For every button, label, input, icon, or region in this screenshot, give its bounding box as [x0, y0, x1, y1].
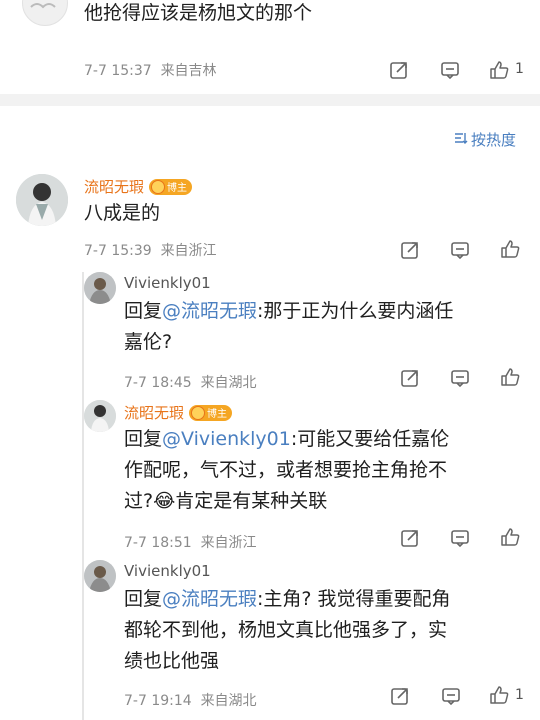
avatar[interactable]	[84, 560, 116, 592]
comment-icon[interactable]	[450, 368, 470, 388]
share-icon[interactable]	[389, 60, 409, 80]
avatar[interactable]	[84, 400, 116, 432]
share-icon[interactable]	[400, 368, 420, 388]
blogger-badge: 博主	[149, 178, 193, 195]
sort-icon	[454, 131, 468, 149]
comment-icon[interactable]	[450, 528, 470, 548]
share-icon[interactable]	[400, 240, 420, 260]
comment-text: 他抢得应该是杨旭文的那个	[84, 2, 313, 24]
author-name[interactable]: 流昭无瑕	[84, 176, 144, 197]
author-name[interactable]: 流昭无瑕	[124, 402, 184, 423]
reply-meta: 7-7 19:14 来自湖北	[124, 693, 257, 709]
avatar[interactable]	[16, 174, 68, 226]
share-icon[interactable]	[390, 686, 410, 706]
mention-link[interactable]: @Vivienkly01	[162, 428, 291, 450]
author-name[interactable]: Vivienkly01	[124, 562, 211, 580]
comment-meta: 7-7 15:37 来自吉林	[84, 63, 217, 79]
sort-toggle[interactable]: 按热度	[454, 129, 516, 150]
crown-icon	[151, 179, 166, 194]
blogger-badge: 博主	[189, 404, 233, 421]
section-divider	[0, 94, 540, 106]
like-count: 1	[515, 687, 524, 703]
like-icon[interactable]	[499, 526, 521, 548]
comment-meta: 7-7 15:39 来自浙江	[84, 243, 217, 259]
reply-text: 回复@Vivienkly01:可能又要给任嘉伦 作配呢，气不过，或者想要抢主角抢…	[124, 428, 450, 512]
author-name[interactable]: Vivienkly01	[124, 274, 211, 292]
comment-icon[interactable]	[440, 60, 460, 80]
mention-link[interactable]: @流昭无瑕	[162, 300, 257, 322]
reply-text: 回复@流昭无瑕:那于正为什么要内涵任 嘉伦?	[124, 300, 454, 353]
crown-icon	[191, 405, 206, 420]
thread-line	[82, 272, 84, 720]
avatar[interactable]	[22, 0, 68, 26]
share-icon[interactable]	[400, 528, 420, 548]
reply-meta: 7-7 18:45 来自湖北	[124, 375, 257, 391]
like-icon[interactable]	[499, 366, 521, 388]
like-icon[interactable]	[499, 238, 521, 260]
comment-icon[interactable]	[441, 686, 461, 706]
laughing-emoji-icon: 😂	[153, 490, 176, 512]
sort-label: 按热度	[471, 131, 517, 149]
like-icon[interactable]	[488, 59, 510, 81]
like-count: 1	[515, 61, 524, 77]
mention-link[interactable]: @流昭无瑕	[162, 588, 257, 610]
comment-icon[interactable]	[450, 240, 470, 260]
reply-text: 回复@流昭无瑕:主角? 我觉得重要配角 都轮不到他，杨旭文真比他强多了，实 绩也…	[124, 588, 451, 672]
comment-text: 八成是的	[84, 202, 161, 224]
like-icon[interactable]	[488, 684, 510, 706]
reply-meta: 7-7 18:51 来自浙江	[124, 535, 257, 551]
avatar[interactable]	[84, 272, 116, 304]
